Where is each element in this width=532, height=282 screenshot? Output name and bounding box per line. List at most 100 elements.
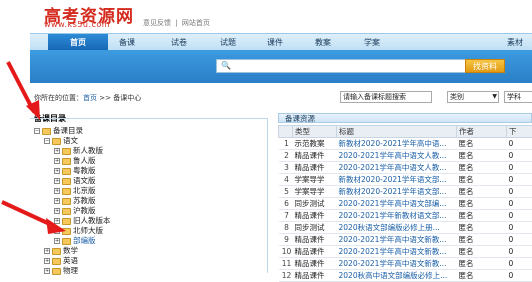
nav-jiaoan[interactable]: 教案 (308, 36, 338, 49)
row-author: 匿名 (457, 222, 507, 234)
breadcrumb: 你所在的位置：首页 >> 备课中心 (34, 93, 141, 103)
table-row[interactable]: 10精品课件2020-2021学年高中语文新教...匿名0 (279, 246, 532, 258)
row-title-link[interactable]: 2020-2021学年高中语文人教... (337, 162, 457, 174)
folder-icon (62, 158, 71, 165)
catalog-tree: −备课目录 −语文 +新人教版 +鲁人版 +粤教版 +语文版 +北京版 +苏教版… (30, 118, 268, 273)
tree-item-beijing[interactable]: + 北京版 (54, 186, 96, 195)
tree-item-luren[interactable]: + 鲁人版 (54, 156, 96, 165)
table-row[interactable]: 12精品课件2020秋高中语文部编版必修上...匿名0 (279, 270, 532, 282)
row-type: 同步测试 (293, 198, 337, 210)
row-author: 匿名 (457, 198, 507, 210)
nav-shiti[interactable]: 试题 (213, 36, 243, 49)
search-icon: 🔍 (221, 61, 231, 70)
tree-root-label: 备课目录 (53, 126, 83, 135)
title-search-input[interactable]: 请输入备课标题搜索 (340, 91, 432, 103)
tree-item-label: 物理 (63, 266, 78, 275)
search-input[interactable]: 🔍 (216, 59, 486, 73)
collapse-icon[interactable]: − (44, 138, 50, 144)
category-select-value: 类别 (450, 93, 464, 101)
tree-item-yuwen[interactable]: +语文版 (54, 176, 96, 185)
folder-icon (62, 188, 71, 195)
row-type: 学案导学 (293, 186, 337, 198)
row-downloads: 0 (507, 150, 532, 162)
expand-icon[interactable]: + (44, 258, 50, 264)
nav-beike[interactable]: 备课 (112, 36, 142, 49)
expand-icon[interactable]: + (44, 248, 50, 254)
expand-icon[interactable]: + (54, 168, 60, 174)
collapse-icon[interactable]: − (34, 128, 40, 134)
col-author-header[interactable]: 作者 (457, 126, 507, 138)
row-type: 示范教案 (293, 138, 337, 150)
table-row[interactable]: 3精品课件2020-2021学年高中语文人教...匿名0 (279, 162, 532, 174)
row-index: 3 (279, 162, 293, 174)
table-row[interactable]: 6同步测试2020-2021学年高中语文部编...匿名0 (279, 198, 532, 210)
row-title-link[interactable]: 新教材2020-2021学年语文部... (337, 186, 457, 198)
tree-item-label: 鲁人版 (73, 156, 96, 165)
table-row[interactable]: 7精品课件2020-2021学年新教材语文部...匿名0 (279, 210, 532, 222)
nav-kejian[interactable]: 课件 (260, 36, 290, 49)
table-row[interactable]: 11精品课件2020-2021学年高中语文新教...匿名0 (279, 258, 532, 270)
table-row[interactable]: 8同步测试2020秋语文部编版必修上册...匿名0 (279, 222, 532, 234)
home-page-link[interactable]: 网站首页 (182, 19, 210, 27)
col-title-header[interactable]: 标题 (337, 126, 457, 138)
folder-icon (42, 128, 51, 135)
expand-icon[interactable]: + (54, 158, 60, 164)
subject-select-value: 学科 (507, 93, 521, 101)
table-row[interactable]: 2精品课件2020-2021学年高中语文人教...匿名0 (279, 150, 532, 162)
row-title-link[interactable]: 2020-2021学年新教材语文部... (337, 210, 457, 222)
row-title-link[interactable]: 2020-2021学年高中语文部编... (337, 198, 457, 210)
row-author: 匿名 (457, 174, 507, 186)
tree-item-bubian[interactable]: +部编版 (54, 236, 96, 245)
row-type: 精品课件 (293, 210, 337, 222)
tree-item-label: 北京版 (73, 186, 96, 195)
red-arrow-icon (4, 60, 44, 122)
row-index: 11 (279, 258, 293, 270)
row-index: 7 (279, 210, 293, 222)
tree-item-chinese[interactable]: −语文 (44, 136, 78, 145)
nav-home[interactable]: 首页 (48, 34, 108, 51)
expand-icon[interactable]: + (44, 268, 50, 274)
expand-icon[interactable]: + (54, 148, 60, 154)
row-title-link[interactable]: 2020-2021学年高中语文新教... (337, 234, 457, 246)
table-row[interactable]: 5学案导学新教材2020-2021学年语文部...匿名0 (279, 186, 532, 198)
row-downloads: 0 (507, 258, 532, 270)
row-downloads: 0 (507, 222, 532, 234)
row-title-link[interactable]: 2020-2021学年高中语文新教... (337, 246, 457, 258)
row-title-link[interactable]: 新教材2020-2021学年语文部... (337, 174, 457, 186)
row-index: 1 (279, 138, 293, 150)
expand-icon[interactable]: + (54, 178, 60, 184)
tree-item-label: 旧人教版本 (73, 216, 111, 225)
row-index: 6 (279, 198, 293, 210)
category-select[interactable]: 类别 ▼ (447, 91, 499, 103)
row-title-link[interactable]: 2020-2021学年高中语文新教... (337, 258, 457, 270)
tree-item-xinrenjiao[interactable]: + 新人教版 (54, 146, 103, 155)
feedback-link[interactable]: 意见反馈 (143, 19, 171, 27)
nav-shijuan[interactable]: 试卷 (164, 36, 194, 49)
tree-item-yuejiao[interactable]: +粤教版 (54, 166, 96, 175)
tree-item-math[interactable]: +数学 (44, 246, 78, 255)
tree-item-physics[interactable]: + 物理 (44, 266, 78, 275)
breadcrumb-home[interactable]: 首页 (83, 94, 97, 102)
nav-xuean[interactable]: 学案 (357, 36, 387, 49)
table-row[interactable]: 1示范教案新教材2020-2021学年高中语...匿名0 (279, 138, 532, 150)
subject-select[interactable]: 学科 (504, 91, 532, 103)
table-row[interactable]: 4学案导学新教材2020-2021学年语文部...匿名0 (279, 174, 532, 186)
row-downloads: 0 (507, 270, 532, 282)
folder-icon (62, 238, 71, 245)
expand-icon[interactable]: + (54, 238, 60, 244)
tree-item-label: 新人教版 (73, 146, 103, 155)
folder-icon (52, 258, 61, 265)
tree-root[interactable]: − 备课目录 (34, 126, 83, 135)
expand-icon[interactable]: + (54, 188, 60, 194)
nav-sucai[interactable]: 素材 (500, 36, 530, 49)
tree-item-english[interactable]: +英语 (44, 256, 78, 265)
row-title-link[interactable]: 2020秋语文部编版必修上册... (337, 222, 457, 234)
col-download-header[interactable]: 下 (507, 126, 532, 138)
col-type-header[interactable]: 类型 (293, 126, 337, 138)
col-index-header (279, 126, 293, 138)
search-button[interactable]: 找资料 (465, 59, 505, 73)
row-title-link[interactable]: 2020秋高中语文部编版必修上... (337, 270, 457, 282)
row-title-link[interactable]: 2020-2021学年高中语文人教... (337, 150, 457, 162)
row-title-link[interactable]: 新教材2020-2021学年高中语... (337, 138, 457, 150)
table-row[interactable]: 9精品课件2020-2021学年高中语文新教...匿名0 (279, 234, 532, 246)
